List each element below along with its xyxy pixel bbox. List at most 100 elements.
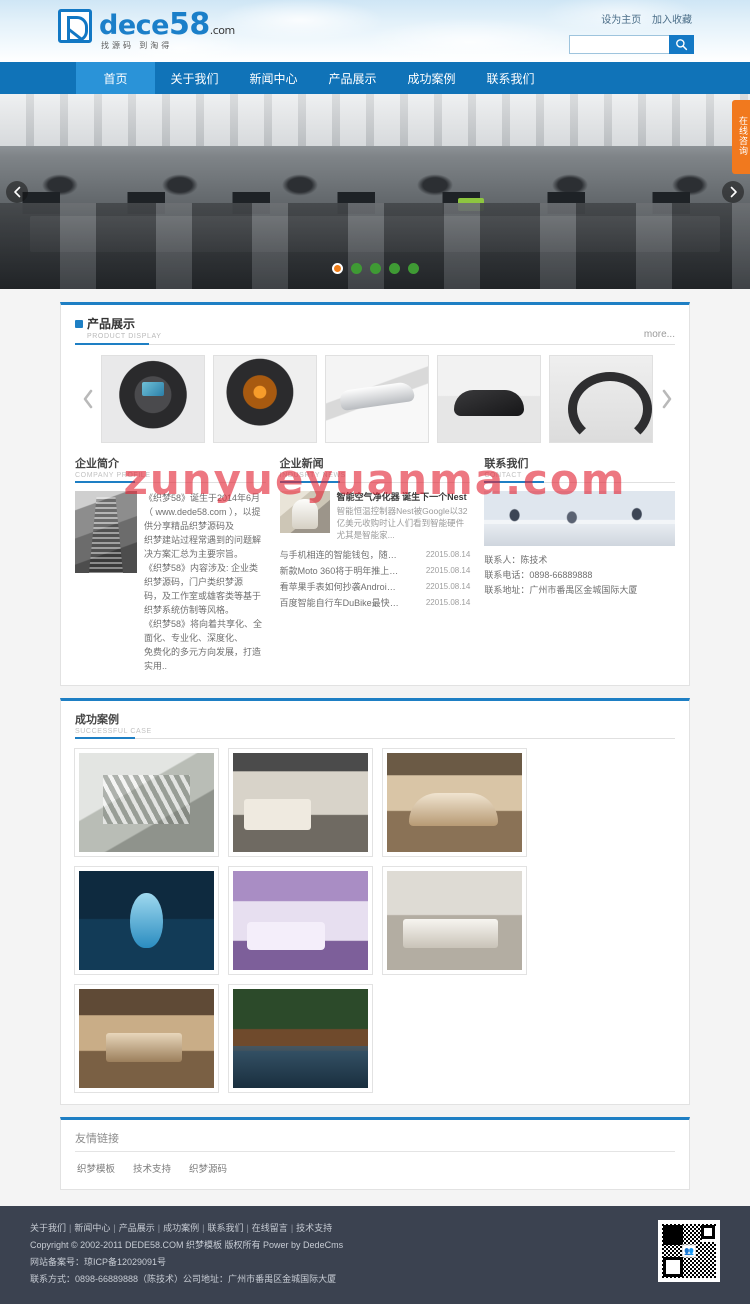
news-list-item[interactable]: 与手机相连的智能钱包，随时校别被此... 22015.08.14 (280, 547, 471, 563)
search-box (569, 35, 694, 54)
news-item-date: 22015.08.14 (425, 598, 471, 607)
footer-contact: 联系方式：0898-66889888（陈技术）公司地址：广州市番禺区金城国际大厦 (30, 1274, 337, 1284)
news-list-item[interactable]: 看苹果手表如何抄袭Android Wear？... 22015.08.14 (280, 579, 471, 595)
friendly-link[interactable]: 织梦源码 (189, 1161, 227, 1175)
qr-avatar-icon: 👥 (682, 1244, 696, 1258)
case-item[interactable] (228, 866, 373, 975)
contact-header: 联系我们 CONTACT (484, 455, 676, 483)
news-list-item[interactable]: 百度智能自行车DuBike最快将于年底推出... 22015.08.14 (280, 595, 471, 611)
banner-dot-2[interactable] (350, 263, 362, 274)
case-item[interactable] (228, 984, 373, 1093)
footer-inner: 关于我们 | 新闻中心 | 产品展示 | 成功案例 | 联系我们 | 在线留言 | 技术支持 Copyr… (30, 1220, 720, 1288)
search-button[interactable] (669, 35, 694, 54)
chevron-left-icon (83, 389, 92, 409)
chevron-left-icon (13, 186, 20, 197)
nav-item-about[interactable]: 关于我们 (155, 62, 234, 94)
footer-link-products[interactable]: 产品展示 (119, 1223, 155, 1233)
footer-link-support[interactable]: 技术支持 (296, 1223, 332, 1233)
product-carousel (75, 355, 675, 443)
news-title-cn: 企业新闻 (279, 458, 324, 470)
success-case-panel: 成功案例 SUCCESSFUL CASE (60, 698, 690, 1105)
banner-dot-5[interactable] (407, 263, 419, 274)
footer-copyright: Copyright © 2002-2011 DEDE58.COM 织梦模板 版权… (30, 1240, 344, 1250)
news-feature-desc: 智能恒温控制器Nest被Google以32亿美元收购时让人们看到智能硬件尤其是智… (336, 506, 468, 540)
news-feature-image (279, 491, 330, 533)
friendly-link[interactable]: 织梦模板 (77, 1161, 115, 1175)
chevron-right-icon (662, 389, 671, 409)
news-feature-text: 智能空气净化器 诞生下一个Nest 智能恒温控制器Nest被Google以32亿… (337, 491, 471, 541)
banner-next-button[interactable] (722, 180, 744, 203)
profile-line: 《织梦58》内容涉及: 企业类织梦源码，门户类织梦源 (144, 563, 259, 587)
site-logo[interactable]: dece58.com 找源码 到淘得 (58, 9, 235, 50)
logo-domain: .com (209, 24, 236, 37)
news-item-date: 22015.08.14 (425, 550, 471, 559)
footer-sep: | (246, 1223, 249, 1233)
site-footer: 关于我们 | 新闻中心 | 产品展示 | 成功案例 | 联系我们 | 在线留言 | 技术支持 Copyr… (0, 1206, 750, 1304)
profile-image (75, 491, 137, 573)
content-container: 产品展示 PRODUCT DISPLAY more... 企业简介 COMPAN… (60, 302, 690, 1190)
online-consult-tab[interactable]: 在线咨询 (732, 100, 750, 174)
product-item[interactable] (437, 355, 541, 443)
product-item[interactable] (549, 355, 653, 443)
industry-news-column: 企业新闻 INDUSRTY NEWS 智能空气净化器 诞生下一个Nest 智能恒… (279, 455, 471, 673)
main-content: 产品展示 PRODUCT DISPLAY more... 企业简介 COMPAN… (0, 289, 750, 1206)
product-item[interactable] (101, 355, 205, 443)
product-item[interactable] (213, 355, 317, 443)
news-item-title: 与手机相连的智能钱包，随时校别被此... (279, 550, 400, 560)
case-item[interactable] (382, 866, 527, 975)
nav-item-cases[interactable]: 成功案例 (392, 62, 471, 94)
footer-link-cases[interactable]: 成功案例 (163, 1223, 199, 1233)
news-featured[interactable]: 智能空气净化器 诞生下一个Nest 智能恒温控制器Nest被Google以32亿… (279, 491, 471, 541)
contact-details: 联系人：陈技术 联系电话：0898-66889888 联系地址：广州市番禺区金城… (484, 553, 675, 598)
case-item[interactable] (74, 866, 219, 975)
banner-green-accent (457, 198, 484, 211)
footer-sep: | (157, 1223, 161, 1233)
banner-dot-1[interactable] (331, 263, 343, 274)
news-item-title: 新款Moto 360将于明年推上 小月牙将会消失... (279, 566, 400, 576)
logo-word: dece (99, 10, 169, 41)
nav-item-home[interactable]: 首页 (76, 62, 155, 94)
banner-image (0, 94, 750, 289)
contact-image (484, 491, 676, 546)
footer-link-contact[interactable]: 联系我们 (207, 1223, 243, 1233)
news-item-date: 22015.08.14 (425, 566, 471, 575)
news-list-item[interactable]: 新款Moto 360将于明年推上 小月牙将会消失... 22015.08.14 (280, 563, 471, 579)
logo-number: 58 (168, 7, 210, 42)
banner-dot-3[interactable] (369, 263, 381, 274)
search-input[interactable] (569, 35, 669, 54)
profile-body: 《织梦58》诞生于2014年6月 （ www.dede58.com ），以提供分… (75, 491, 266, 673)
friendly-link[interactable]: 技术支持 (133, 1161, 171, 1175)
info-columns: 企业简介 COMPANY PROFILE 《织梦58》诞生于2014年6月 （ … (75, 455, 676, 673)
case-item[interactable] (382, 748, 527, 857)
product-next-button[interactable] (653, 377, 679, 421)
add-favorite-link[interactable]: 加入收藏 (652, 15, 692, 26)
news-item-title: 百度智能自行车DuBike最快将于年底推出... (279, 598, 400, 608)
case-item[interactable] (228, 748, 373, 857)
footer-link-about[interactable]: 关于我们 (30, 1223, 66, 1233)
banner-prev-button[interactable] (6, 180, 28, 203)
profile-line: 《织梦58》诞生于2014年6月 (144, 493, 261, 503)
top-utility-links: 设为主页 加入收藏 (593, 11, 692, 26)
nav-item-products[interactable]: 产品展示 (313, 62, 392, 94)
friendly-links-title: 友情链接 (75, 1130, 675, 1152)
product-prev-button[interactable] (75, 377, 101, 421)
contact-address: 联系地址：广州市番禺区金城国际大厦 (484, 585, 638, 595)
case-item[interactable] (74, 748, 219, 857)
case-title-en: SUCCESSFUL CASE (75, 728, 152, 735)
profile-line: 码，及工作室或雄客类等基于织梦系统仿制等风格。 (144, 591, 262, 615)
footer-link-news[interactable]: 新闻中心 (74, 1223, 110, 1233)
banner-dot-4[interactable] (388, 263, 400, 274)
logo-d-icon (58, 9, 92, 43)
case-item[interactable] (74, 984, 219, 1093)
news-item-date: 22015.08.14 (425, 582, 471, 591)
nav-item-contact[interactable]: 联系我们 (471, 62, 550, 94)
case-title-cn: 成功案例 (75, 714, 119, 726)
contact-phone: 联系电话：0898-66889888 (484, 570, 593, 580)
product-more-link[interactable]: more... (644, 329, 675, 340)
contact-title-en: CONTACT (484, 472, 522, 479)
nav-item-news[interactable]: 新闻中心 (234, 62, 313, 94)
footer-sep: | (290, 1223, 294, 1233)
footer-link-message[interactable]: 在线留言 (252, 1223, 288, 1233)
set-homepage-link[interactable]: 设为主页 (601, 15, 641, 26)
product-item[interactable] (325, 355, 429, 443)
